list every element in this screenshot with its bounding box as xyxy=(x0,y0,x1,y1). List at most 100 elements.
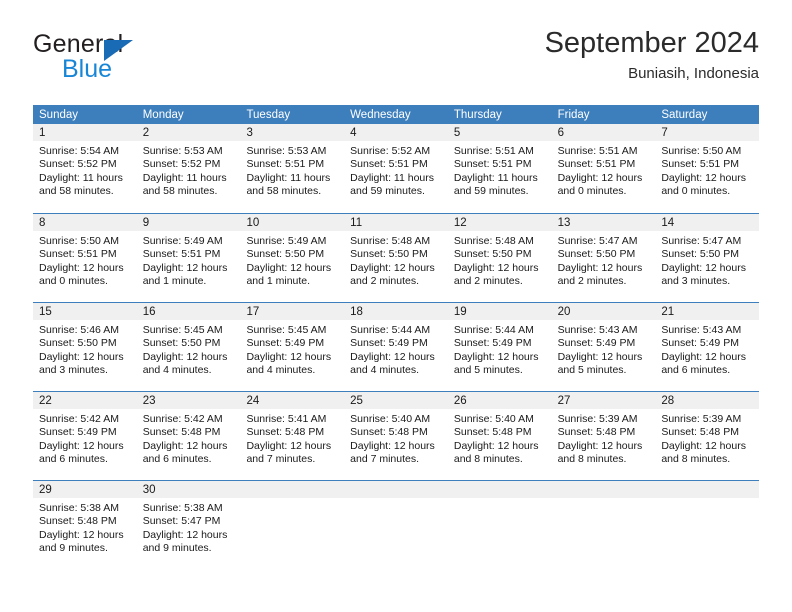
day-cell[interactable]: 26 Sunrise: 5:40 AM Sunset: 5:48 PM Dayl… xyxy=(447,392,552,480)
daylight-text: Daylight: 11 hours and 58 minutes. xyxy=(142,171,227,198)
sunrise-text: Sunrise: 5:45 AM xyxy=(246,324,327,336)
sunrise-text: Sunrise: 5:39 AM xyxy=(557,413,638,425)
day-number: 20 xyxy=(551,303,656,320)
sunrise-text: Sunrise: 5:42 AM xyxy=(142,413,223,425)
day-details: Sunrise: 5:44 AM Sunset: 5:49 PM Dayligh… xyxy=(448,320,552,378)
sunrise-text: Sunrise: 5:49 AM xyxy=(246,235,327,247)
day-number: 22 xyxy=(33,392,137,409)
day-details: Sunrise: 5:39 AM Sunset: 5:48 PM Dayligh… xyxy=(552,409,656,467)
day-cell[interactable]: 4 Sunrise: 5:52 AM Sunset: 5:51 PM Dayli… xyxy=(344,124,448,213)
day-number: 27 xyxy=(551,392,656,409)
day-cell[interactable]: 19 Sunrise: 5:44 AM Sunset: 5:49 PM Dayl… xyxy=(447,303,552,391)
day-cell[interactable]: 17 Sunrise: 5:45 AM Sunset: 5:49 PM Dayl… xyxy=(240,303,345,391)
sunrise-text: Sunrise: 5:53 AM xyxy=(142,145,223,157)
day-cell[interactable]: 24 Sunrise: 5:41 AM Sunset: 5:48 PM Dayl… xyxy=(240,392,345,480)
sunrise-text: Sunrise: 5:51 AM xyxy=(453,145,534,157)
day-cell[interactable]: 23 Sunrise: 5:42 AM Sunset: 5:48 PM Dayl… xyxy=(136,392,241,480)
daylight-text: Daylight: 11 hours and 58 minutes. xyxy=(246,171,331,198)
sunset-text: Sunset: 5:49 PM xyxy=(661,337,739,350)
sunset-text: Sunset: 5:51 PM xyxy=(661,158,739,171)
weekday-header-wednesday: Wednesday xyxy=(350,109,411,121)
sunset-text: Sunset: 5:51 PM xyxy=(557,158,636,171)
brand-name-blue: Blue xyxy=(62,55,113,83)
daylight-text: Daylight: 12 hours and 9 minutes. xyxy=(142,528,228,555)
day-cell[interactable]: 10 Sunrise: 5:49 AM Sunset: 5:50 PM Dayl… xyxy=(240,214,345,302)
daylight-text: Daylight: 12 hours and 0 minutes. xyxy=(661,171,746,198)
daylight-text: Daylight: 12 hours and 2 minutes. xyxy=(350,261,435,288)
day-cell-empty xyxy=(551,481,656,569)
day-cell[interactable]: 2 Sunrise: 5:53 AM Sunset: 5:52 PM Dayli… xyxy=(136,124,241,213)
day-cell[interactable]: 16 Sunrise: 5:45 AM Sunset: 5:50 PM Dayl… xyxy=(136,303,241,391)
sunset-text: Sunset: 5:49 PM xyxy=(39,426,117,439)
sunrise-text: Sunrise: 5:43 AM xyxy=(557,324,638,336)
day-number: 6 xyxy=(551,124,656,141)
day-cell[interactable]: 15 Sunrise: 5:46 AM Sunset: 5:50 PM Dayl… xyxy=(33,303,137,391)
sunrise-text: Sunrise: 5:38 AM xyxy=(39,502,119,514)
brand-logo[interactable]: General Blue xyxy=(33,30,253,92)
day-cell[interactable]: 7 Sunrise: 5:50 AM Sunset: 5:51 PM Dayli… xyxy=(655,124,760,213)
day-cell[interactable]: 8 Sunrise: 5:50 AM Sunset: 5:51 PM Dayli… xyxy=(33,214,137,302)
day-cell[interactable]: 25 Sunrise: 5:40 AM Sunset: 5:48 PM Dayl… xyxy=(344,392,448,480)
day-cell[interactable]: 18 Sunrise: 5:44 AM Sunset: 5:49 PM Dayl… xyxy=(344,303,448,391)
day-cell[interactable]: 14 Sunrise: 5:47 AM Sunset: 5:50 PM Dayl… xyxy=(655,214,760,302)
day-number: 4 xyxy=(344,124,448,141)
day-number: 18 xyxy=(344,303,448,320)
day-number: 21 xyxy=(655,303,760,320)
day-cell[interactable]: 11 Sunrise: 5:48 AM Sunset: 5:50 PM Dayl… xyxy=(344,214,448,302)
daylight-text: Daylight: 12 hours and 8 minutes. xyxy=(453,439,539,466)
sunrise-text: Sunrise: 5:44 AM xyxy=(453,324,534,336)
day-details: Sunrise: 5:49 AM Sunset: 5:50 PM Dayligh… xyxy=(240,231,344,289)
sunset-text: Sunset: 5:48 PM xyxy=(350,426,428,439)
daylight-text: Daylight: 12 hours and 6 minutes. xyxy=(142,439,228,466)
day-details: Sunrise: 5:43 AM Sunset: 5:49 PM Dayligh… xyxy=(655,320,759,378)
day-cell[interactable]: 6 Sunrise: 5:51 AM Sunset: 5:51 PM Dayli… xyxy=(551,124,656,213)
daylight-text: Daylight: 12 hours and 2 minutes. xyxy=(453,261,539,288)
day-cell[interactable]: 5 Sunrise: 5:51 AM Sunset: 5:51 PM Dayli… xyxy=(447,124,552,213)
sunset-text: Sunset: 5:49 PM xyxy=(246,337,325,350)
week-row: 15 Sunrise: 5:46 AM Sunset: 5:50 PM Dayl… xyxy=(33,302,760,391)
day-details: Sunrise: 5:45 AM Sunset: 5:50 PM Dayligh… xyxy=(137,320,241,378)
day-cell[interactable]: 27 Sunrise: 5:39 AM Sunset: 5:48 PM Dayl… xyxy=(551,392,656,480)
day-cell[interactable]: 1 Sunrise: 5:54 AM Sunset: 5:52 PM Dayli… xyxy=(33,124,137,213)
sunrise-text: Sunrise: 5:39 AM xyxy=(661,413,742,425)
daylight-text: Daylight: 12 hours and 5 minutes. xyxy=(453,350,539,377)
weekday-header-saturday: Saturday xyxy=(661,109,708,121)
daylight-text: Daylight: 12 hours and 1 minute. xyxy=(246,261,332,288)
day-number: 15 xyxy=(33,303,137,320)
day-cell[interactable]: 29 Sunrise: 5:38 AM Sunset: 5:48 PM Dayl… xyxy=(33,481,137,569)
title-block: September 2024 Buniasih, Indonesia xyxy=(545,26,759,85)
day-details: Sunrise: 5:47 AM Sunset: 5:50 PM Dayligh… xyxy=(552,231,656,289)
day-details: Sunrise: 5:38 AM Sunset: 5:47 PM Dayligh… xyxy=(137,498,241,556)
weekday-header-monday: Monday xyxy=(142,109,184,121)
day-cell[interactable]: 28 Sunrise: 5:39 AM Sunset: 5:48 PM Dayl… xyxy=(655,392,760,480)
day-cell[interactable]: 9 Sunrise: 5:49 AM Sunset: 5:51 PM Dayli… xyxy=(136,214,241,302)
daylight-text: Daylight: 12 hours and 8 minutes. xyxy=(557,439,643,466)
sunset-text: Sunset: 5:48 PM xyxy=(39,515,117,528)
day-cell[interactable]: 21 Sunrise: 5:43 AM Sunset: 5:49 PM Dayl… xyxy=(655,303,760,391)
day-number: 7 xyxy=(655,124,760,141)
daylight-text: Daylight: 12 hours and 1 minute. xyxy=(142,261,228,288)
week-row: 1 Sunrise: 5:54 AM Sunset: 5:52 PM Dayli… xyxy=(33,124,760,213)
sunset-text: Sunset: 5:48 PM xyxy=(661,426,739,439)
sunset-text: Sunset: 5:49 PM xyxy=(453,337,532,350)
weekday-header-tuesday: Tuesday xyxy=(246,109,291,121)
day-number: 24 xyxy=(240,392,345,409)
weekday-header-friday: Friday xyxy=(557,109,590,121)
daylight-text: Daylight: 12 hours and 6 minutes. xyxy=(39,439,124,466)
day-cell[interactable]: 30 Sunrise: 5:38 AM Sunset: 5:47 PM Dayl… xyxy=(136,481,241,569)
sunrise-text: Sunrise: 5:38 AM xyxy=(142,502,223,514)
week-row: 22 Sunrise: 5:42 AM Sunset: 5:49 PM Dayl… xyxy=(33,391,760,480)
day-cell[interactable]: 20 Sunrise: 5:43 AM Sunset: 5:49 PM Dayl… xyxy=(551,303,656,391)
day-cell[interactable]: 12 Sunrise: 5:48 AM Sunset: 5:50 PM Dayl… xyxy=(447,214,552,302)
daylight-text: Daylight: 12 hours and 7 minutes. xyxy=(246,439,332,466)
day-cell-empty xyxy=(240,481,345,569)
sunset-text: Sunset: 5:52 PM xyxy=(39,158,117,171)
day-cell[interactable]: 13 Sunrise: 5:47 AM Sunset: 5:50 PM Dayl… xyxy=(551,214,656,302)
sunset-text: Sunset: 5:50 PM xyxy=(142,337,221,350)
calendar-page: General Blue September 2024 Buniasih, In… xyxy=(0,0,792,612)
sunrise-text: Sunrise: 5:42 AM xyxy=(39,413,119,425)
day-cell-empty xyxy=(655,481,760,569)
day-cell[interactable]: 22 Sunrise: 5:42 AM Sunset: 5:49 PM Dayl… xyxy=(33,392,137,480)
day-cell[interactable]: 3 Sunrise: 5:53 AM Sunset: 5:51 PM Dayli… xyxy=(240,124,345,213)
daylight-text: Daylight: 11 hours and 59 minutes. xyxy=(350,171,435,198)
